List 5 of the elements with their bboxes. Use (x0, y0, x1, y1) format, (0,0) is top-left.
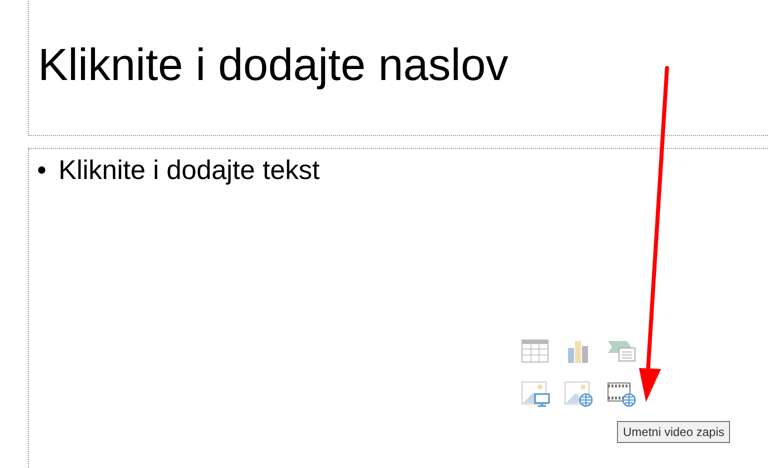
bullet: • (37, 155, 46, 186)
title-text: Kliknite i dodajte naslov (38, 39, 508, 91)
body-text: Kliknite i dodajte tekst (58, 155, 320, 186)
tooltip: Umetni video zapis (617, 421, 730, 443)
title-placeholder[interactable]: Kliknite i dodajte naslov (28, 0, 768, 136)
